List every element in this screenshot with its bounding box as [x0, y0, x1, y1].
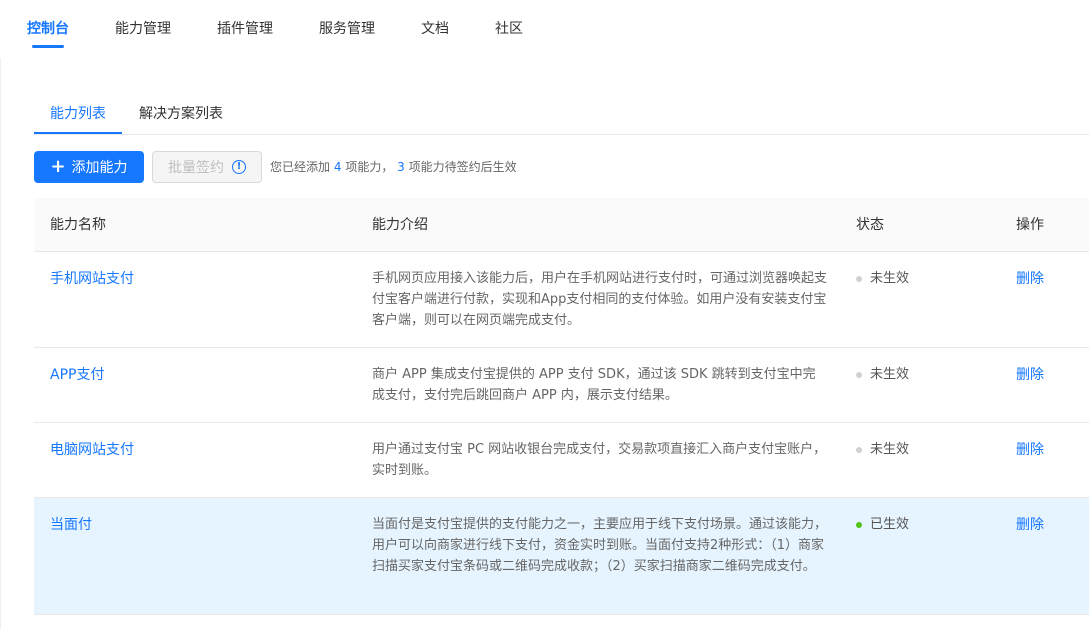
summary-added-count: 4: [333, 160, 342, 174]
col-header-action: 操作: [1016, 217, 1044, 233]
table-row: 手机网站支付 手机网页应用接入该能力后，用户在手机网站进行支付时，可通过浏览器唤…: [34, 252, 1089, 348]
status-badge: 已生效: [856, 515, 909, 535]
capability-summary: 您已经添加 4 项能力， 3 项能力待签约后生效: [270, 159, 517, 176]
batch-sign-label: 批量签约: [168, 160, 224, 176]
add-capability-label: 添加能力: [71, 160, 128, 176]
nav-item-plugin-management[interactable]: 插件管理: [217, 19, 273, 39]
summary-text-2: 项能力，: [345, 160, 394, 174]
sub-tabs: 能力列表 解决方案列表: [34, 96, 1089, 135]
capability-description: 用户通过支付宝 PC 网站收银台完成支付，交易款项直接汇入商户支付宝账户，实时到…: [372, 442, 827, 478]
table-row: 当面付 当面付是支付宝提供的支付能力之一，主要应用于线下支付场景。通过该能力，用…: [34, 498, 1089, 615]
capability-description: 商户 APP 集成支付宝提供的 APP 支付 SDK，通过该 SDK 跳转到支付…: [372, 367, 816, 403]
col-header-status: 状态: [856, 217, 884, 233]
table-row: 电脑网站支付 用户通过支付宝 PC 网站收银台完成支付，交易款项直接汇入商户支付…: [34, 423, 1089, 498]
status-text: 未生效: [870, 271, 910, 286]
top-nav: 控制台 能力管理 插件管理 服务管理 文档 社区: [0, 0, 1089, 58]
delete-button[interactable]: 删除: [1016, 440, 1044, 460]
status-dot-icon: [856, 522, 862, 528]
nav-item-console[interactable]: 控制台: [27, 19, 69, 39]
status-dot-icon: [856, 276, 862, 282]
summary-pending-count: 3: [397, 160, 405, 174]
status-text: 已生效: [870, 517, 910, 532]
add-capability-button[interactable]: + 添加能力: [34, 151, 144, 183]
nav-item-capability-management[interactable]: 能力管理: [115, 19, 171, 39]
tab-capability-list[interactable]: 能力列表: [50, 104, 106, 124]
status-dot-icon: [856, 447, 862, 453]
delete-button[interactable]: 删除: [1016, 365, 1044, 385]
status-dot-icon: [856, 372, 862, 378]
nav-item-docs[interactable]: 文档: [421, 19, 449, 39]
info-circle-icon[interactable]: !: [232, 160, 246, 174]
left-divider: [0, 58, 1, 629]
nav-active-indicator: [32, 45, 64, 48]
col-header-desc: 能力介绍: [372, 217, 428, 233]
capability-description: 当面付是支付宝提供的支付能力之一，主要应用于线下支付场景。通过该能力，用户可以向…: [372, 517, 828, 574]
nav-item-service-management[interactable]: 服务管理: [319, 19, 375, 39]
summary-text-3: 项能力待签约后生效: [408, 160, 517, 174]
plus-icon: +: [50, 156, 66, 177]
delete-button[interactable]: 删除: [1016, 269, 1044, 289]
batch-sign-button[interactable]: 批量签约 !: [152, 151, 262, 183]
col-header-name: 能力名称: [50, 217, 106, 233]
capability-name-link[interactable]: 电脑网站支付: [50, 440, 134, 460]
tab-active-indicator: [34, 132, 122, 134]
summary-text-1: 您已经添加: [270, 160, 331, 174]
capability-name-link[interactable]: 手机网站支付: [50, 269, 134, 289]
delete-button[interactable]: 删除: [1016, 515, 1044, 535]
table-header: 能力名称 能力介绍 状态 操作: [34, 198, 1089, 252]
status-text: 未生效: [870, 442, 910, 457]
capability-name-link[interactable]: APP支付: [50, 365, 104, 385]
status-badge: 未生效: [856, 269, 909, 289]
status-badge: 未生效: [856, 365, 909, 385]
capability-name-link[interactable]: 当面付: [50, 515, 92, 535]
table-row: APP支付 商户 APP 集成支付宝提供的 APP 支付 SDK，通过该 SDK…: [34, 348, 1089, 423]
status-badge: 未生效: [856, 440, 909, 460]
nav-item-community[interactable]: 社区: [495, 19, 523, 39]
capability-description: 手机网页应用接入该能力后，用户在手机网站进行支付时，可通过浏览器唤起支付宝客户端…: [372, 271, 828, 328]
status-text: 未生效: [870, 367, 910, 382]
tab-solution-list[interactable]: 解决方案列表: [139, 104, 223, 124]
